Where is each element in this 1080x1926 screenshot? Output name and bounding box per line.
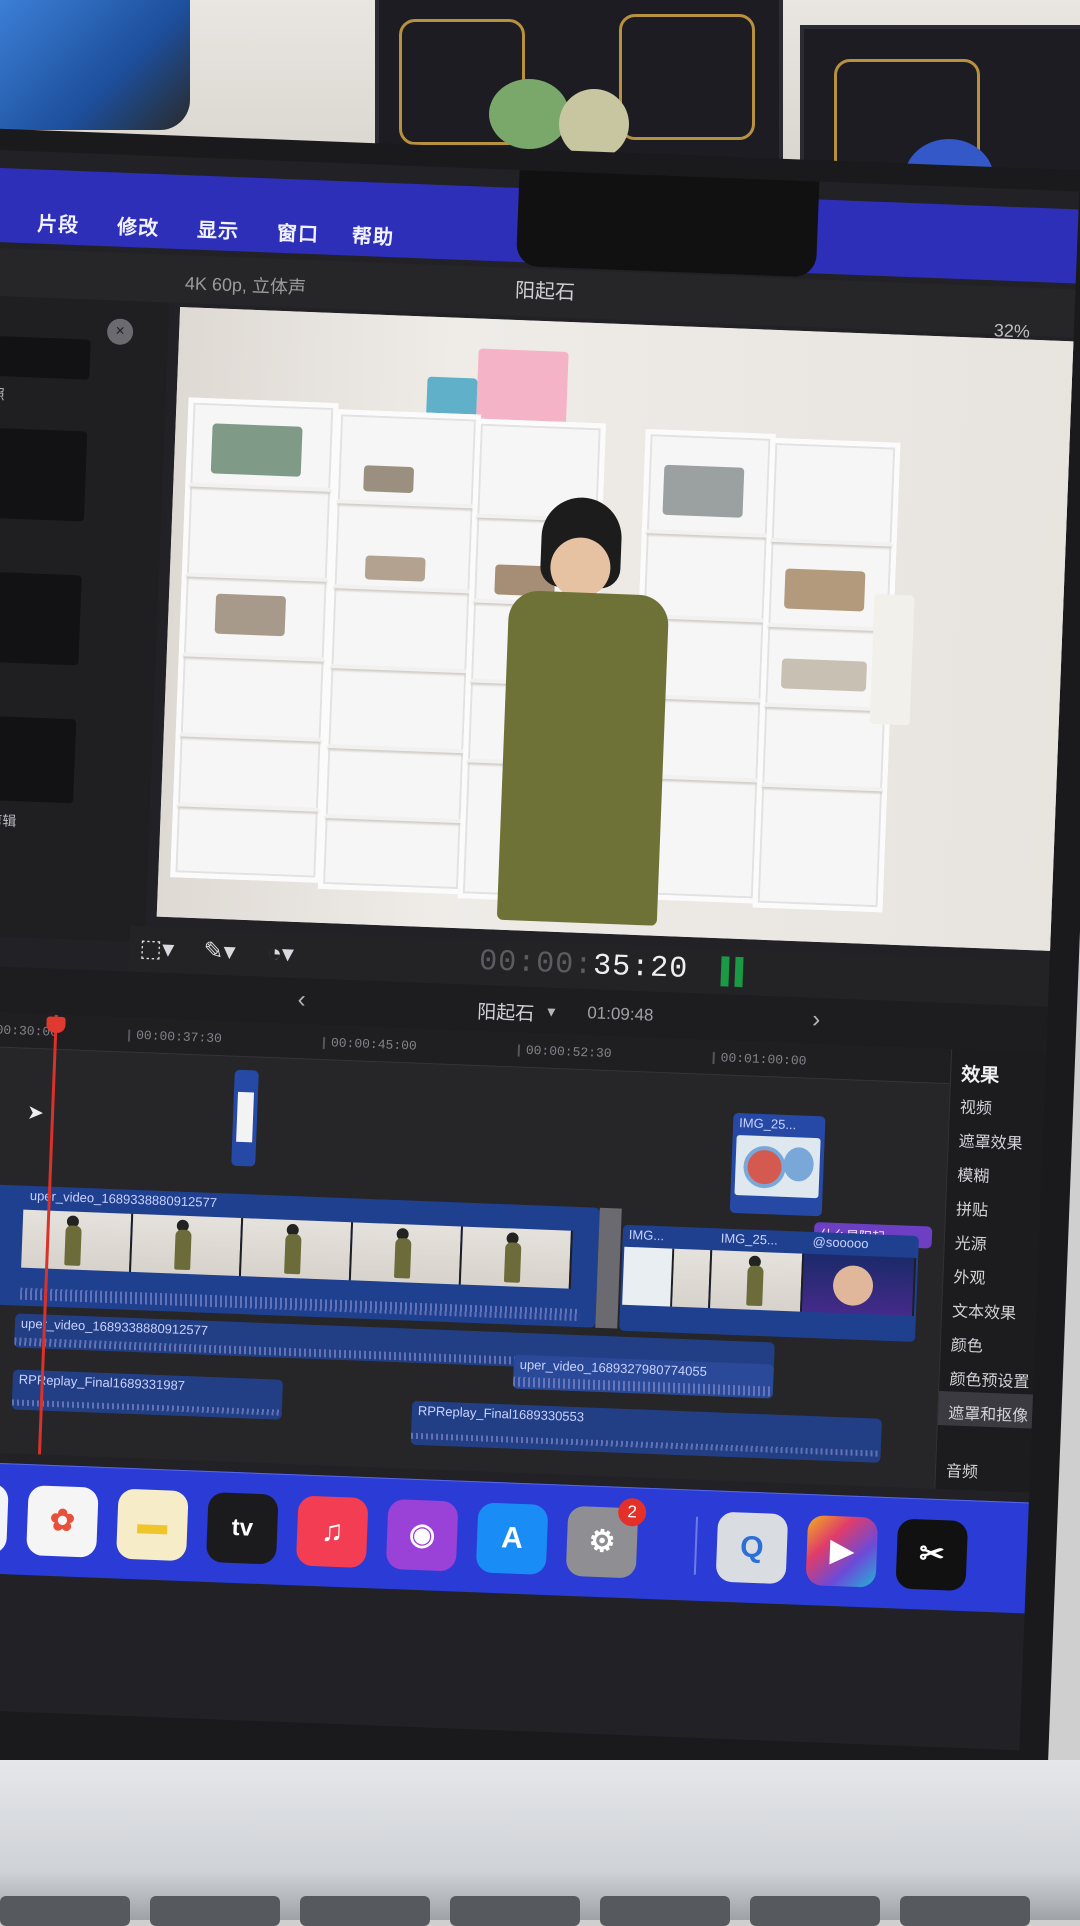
- clip-title: IMG_25...: [720, 1230, 779, 1248]
- keyboard-key: [450, 1896, 580, 1926]
- playhead-handle[interactable]: [46, 1016, 66, 1034]
- app-store-icon[interactable]: A: [475, 1502, 549, 1575]
- audio-meter-left: [720, 956, 730, 987]
- browser-clip-card[interactable]: [0, 715, 77, 804]
- audio-clip[interactable]: RPReplay_Final1689330553: [410, 1400, 882, 1463]
- effects-category[interactable]: 音频: [946, 1457, 979, 1482]
- browser-clip-card[interactable]: [0, 571, 82, 666]
- menu-clip[interactable]: 片段: [37, 207, 80, 238]
- transform-tool-icon[interactable]: ⬚▾: [139, 934, 175, 964]
- menu-help[interactable]: 帮助: [351, 220, 395, 251]
- clip-title: IMG...: [628, 1226, 665, 1244]
- keyboard-key: [600, 1896, 730, 1926]
- connected-image-clip[interactable]: IMG_25...: [729, 1112, 826, 1217]
- camera-notch: [515, 169, 820, 278]
- effects-category[interactable]: 视频: [960, 1094, 993, 1119]
- viewer-clip-name: 阳起石: [514, 279, 576, 305]
- person-shirt: [496, 589, 670, 926]
- apple-tv-icon[interactable]: tv: [205, 1491, 279, 1565]
- blue-figurine-decor: [0, 0, 190, 130]
- primary-video-clip[interactable]: uper_video_1689338880912577: [0, 1183, 600, 1328]
- notification-badge: 2: [617, 1497, 647, 1527]
- image-thumbnail: [734, 1135, 821, 1199]
- keyboard-key: [150, 1896, 280, 1926]
- browser-clip-card[interactable]: [0, 427, 88, 522]
- apple-tv-label: tv: [231, 1513, 254, 1542]
- enhance-wand-icon[interactable]: ✎▾: [203, 936, 236, 966]
- final-cut-pro-icon[interactable]: ▶: [805, 1515, 879, 1588]
- clip-title: @sooooo: [812, 1234, 869, 1252]
- chevron-down-icon[interactable]: ▾: [547, 1002, 556, 1022]
- keyboard-key: [900, 1896, 1030, 1926]
- timeline-project-name[interactable]: 阳起石: [477, 997, 535, 1026]
- quicktime-icon[interactable]: Q: [715, 1511, 789, 1585]
- effects-title: 效果: [960, 1064, 1000, 1088]
- video-viewer[interactable]: [156, 307, 1080, 952]
- browser-clip-label: 照: [0, 385, 5, 403]
- menu-window[interactable]: 窗口: [277, 217, 320, 248]
- clip-title: uper_video_1689327980774055: [519, 1356, 708, 1380]
- menu-view[interactable]: 显示: [197, 214, 240, 245]
- music-icon[interactable]: ♫: [295, 1495, 369, 1569]
- ruler-tick: 00:00:37:30: [135, 1027, 223, 1047]
- notes-icon[interactable]: ▬: [116, 1488, 189, 1562]
- project-format-info: 4K 60p, 立体声: [184, 273, 307, 298]
- playback-timecode: 00:00:35:20: [479, 945, 689, 987]
- ruler-tick: 00:01:00:00: [720, 1050, 807, 1069]
- back-arrow-icon[interactable]: ‹: [297, 986, 306, 1014]
- effects-category[interactable]: 颜色: [950, 1331, 983, 1356]
- keyboard-key: [300, 1896, 430, 1926]
- effects-category[interactable]: 光源: [954, 1229, 987, 1254]
- browser-clip-label: 本剪辑: [0, 811, 17, 830]
- effects-category[interactable]: 拼贴: [956, 1195, 989, 1220]
- podcasts-icon[interactable]: ◉: [385, 1498, 459, 1572]
- connected-title-clip[interactable]: [231, 1069, 259, 1167]
- dock-divider: [693, 1516, 699, 1575]
- photos-icon[interactable]: ✿: [26, 1485, 99, 1558]
- clip-title: IMG_25...: [738, 1115, 797, 1133]
- shelf-unit: [317, 409, 482, 895]
- forward-arrow-icon[interactable]: ›: [812, 1006, 821, 1034]
- laptop-screen: 片段 修改 显示 窗口 帮助 4K 60p, 立体声 × 照 片 瑚 本剪辑 阳…: [0, 150, 1080, 1751]
- timeline-duration: 01:09:48: [586, 1003, 654, 1025]
- clip-title: uper_video_1689338880912577: [20, 1315, 209, 1338]
- effects-category[interactable]: 遮罩和抠像: [948, 1399, 1029, 1426]
- hanging-cloth-decor: [869, 593, 915, 726]
- audio-meter-right: [734, 956, 744, 988]
- effects-category[interactable]: 遮罩效果: [958, 1128, 1023, 1154]
- effects-category[interactable]: 文本效果: [952, 1297, 1017, 1323]
- timecode-value: 35:20: [592, 949, 689, 988]
- audio-clip[interactable]: RPReplay_Final1689331987: [11, 1369, 284, 1420]
- safari-icon[interactable]: ◎: [0, 1481, 9, 1555]
- speed-gauge-icon[interactable]: ◔▾: [267, 939, 295, 969]
- shelf-unit: [170, 397, 339, 883]
- keyboard-key: [0, 1896, 130, 1926]
- menu-modify[interactable]: 修改: [117, 211, 160, 242]
- timeline[interactable]: 00:00:30:00 00:00:37:30 00:00:45:00 00:0…: [0, 1011, 952, 1489]
- ruler-tick: 00:00:45:00: [330, 1035, 418, 1054]
- keyboard-key: [750, 1896, 880, 1926]
- effects-category[interactable]: 模糊: [957, 1162, 990, 1187]
- close-icon[interactable]: ×: [106, 318, 134, 346]
- clip-title: uper_video_1689338880912577: [29, 1187, 218, 1211]
- capcut-icon[interactable]: ✂: [895, 1518, 969, 1592]
- transition[interactable]: [595, 1207, 622, 1329]
- mouse-pointer-icon: ➤: [26, 1101, 45, 1125]
- ruler-tick: 00:00:52:30: [525, 1042, 612, 1062]
- effects-category[interactable]: 外观: [953, 1263, 986, 1288]
- timecode-prefix: 00:00:: [478, 945, 594, 984]
- effects-category[interactable]: 颜色预设置: [949, 1365, 1030, 1392]
- browser-clip-card[interactable]: [0, 335, 91, 380]
- clip-title: RPReplay_Final1689330553: [417, 1402, 585, 1425]
- media-browser: × 照 片 瑚 本剪辑: [0, 295, 170, 943]
- primary-video-clip[interactable]: IMG... IMG_25... @sooooo: [619, 1224, 919, 1343]
